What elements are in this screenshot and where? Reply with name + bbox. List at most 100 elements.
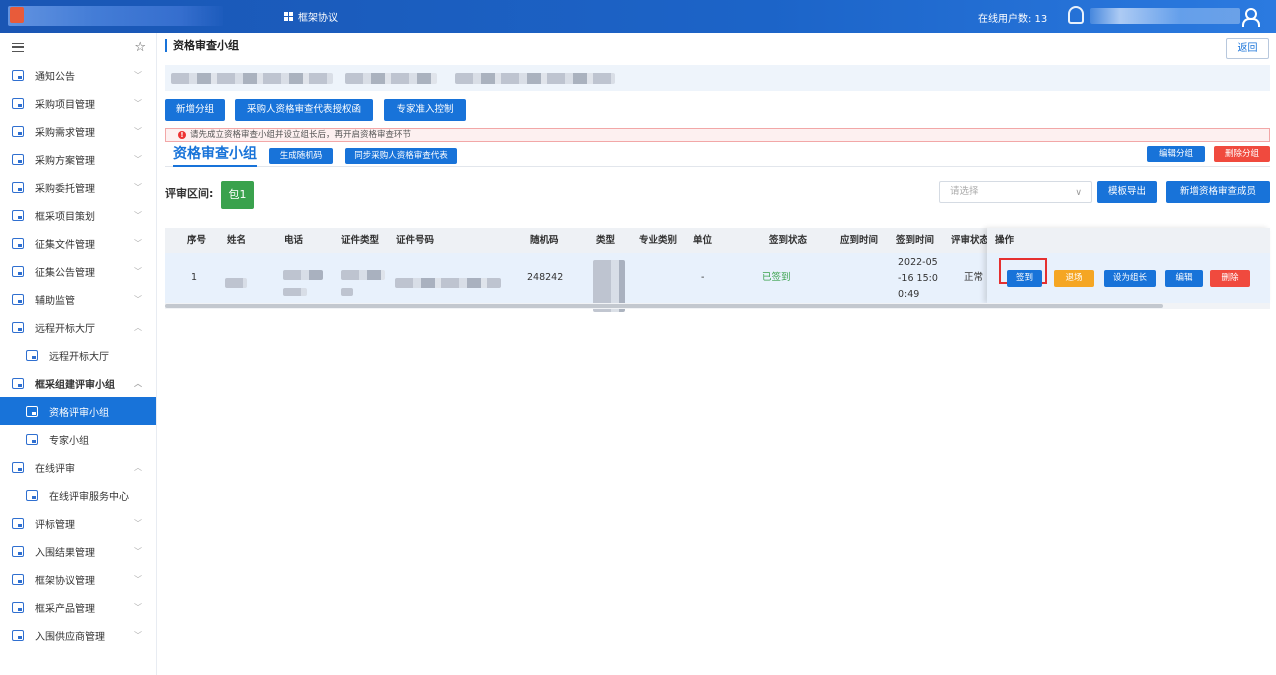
delete-group-button[interactable]: 删除分组 <box>1214 146 1270 162</box>
sidebar-item[interactable]: 入围供应商管理 ﹀ <box>0 621 156 649</box>
col-header: 序号 <box>187 235 207 246</box>
sidebar-item[interactable]: 框架协议管理 ﹀ <box>0 565 156 593</box>
sidebar-item[interactable]: 采购项目管理 ﹀ <box>0 89 156 117</box>
add-member-button[interactable]: 新增资格审查成员 <box>1166 181 1270 203</box>
edit-group-button[interactable]: 编辑分组 <box>1147 146 1205 162</box>
leave-button[interactable]: 退场 <box>1054 270 1094 287</box>
sidebar-subitem-active[interactable]: 资格评审小组 <box>0 397 156 425</box>
alert-text: 请先成立资格审查小组并设立组长后，再开启资格审查环节 <box>190 130 412 140</box>
delete-button[interactable]: 删除 <box>1210 270 1250 287</box>
group-icon <box>12 377 24 389</box>
sidebar-item[interactable]: 入围结果管理 ﹀ <box>0 537 156 565</box>
module-switcher[interactable]: 框架协议 <box>284 9 338 24</box>
sidebar-item-label: 采购委托管理 <box>35 183 95 195</box>
col-header: 姓名 <box>227 235 247 246</box>
folder-icon <box>12 97 24 109</box>
sidebar-subitem[interactable]: 在线评审服务中心 <box>0 481 156 509</box>
filter-select[interactable]: 请选择 ∨ <box>939 181 1092 203</box>
folder-icon <box>12 69 24 81</box>
cell-random-code: 248242 <box>527 272 564 283</box>
cell-phone-redacted <box>283 270 323 280</box>
col-header: 证件号码 <box>396 235 435 246</box>
sign-time-line: 2022-05 <box>898 257 938 268</box>
chevron-down-icon: ﹀ <box>134 631 142 640</box>
chevron-down-icon: ﹀ <box>134 575 142 584</box>
chevron-down-icon: ﹀ <box>134 71 142 80</box>
export-template-button[interactable]: 模板导出 <box>1097 181 1157 203</box>
chevron-down-icon: ∨ <box>1075 188 1082 198</box>
chevron-up-icon: ︿ <box>134 463 142 472</box>
project-info-strip <box>165 65 1270 91</box>
sidebar-item-label: 辅助监管 <box>35 295 75 307</box>
notification-bell-icon[interactable] <box>1068 6 1084 24</box>
sidebar-item[interactable]: 评标管理 ﹀ <box>0 509 156 537</box>
chevron-down-icon: ﹀ <box>134 519 142 528</box>
sidebar-menu: 通知公告 ﹀ 采购项目管理 ﹀ 采购需求管理 ﹀ 采购方案管理 ﹀ 采购委托管理 ﹀ 框采… <box>0 61 156 649</box>
horizontal-scrollbar[interactable] <box>165 303 1270 309</box>
edit-button[interactable]: 编辑 <box>1165 270 1203 287</box>
doc-icon <box>12 237 24 249</box>
sidebar-item[interactable]: 征集文件管理 ﹀ <box>0 229 156 257</box>
sidebar-item[interactable]: 辅助监管 ﹀ <box>0 285 156 313</box>
sidebar-subitem[interactable]: 远程开标大厅 <box>0 341 156 369</box>
select-placeholder: 请选择 <box>950 186 979 197</box>
pin-icon[interactable]: ☆ <box>134 40 146 55</box>
sidebar-item-label: 在线评审 <box>35 463 75 475</box>
authorization-letter-button[interactable]: 采购人资格审查代表授权函 <box>235 99 373 121</box>
top-bar: 框架协议 在线用户数: 13 <box>0 0 1276 33</box>
sidebar-item[interactable]: 框采组建评审小组 ︿ <box>0 369 156 397</box>
set-leader-button[interactable]: 设为组长 <box>1104 270 1156 287</box>
doc-icon <box>12 125 24 137</box>
main-content: 资格审查小组 返回 新增分组 采购人资格审查代表授权函 专家准入控制 ! 请先成… <box>157 33 1276 675</box>
doc-icon <box>12 517 24 529</box>
sidebar-item[interactable]: 在线评审 ︿ <box>0 453 156 481</box>
cell-idtype-redacted-2 <box>341 288 353 296</box>
monitor-icon <box>12 461 24 473</box>
cell-idtype-redacted <box>341 270 385 280</box>
menu-toggle-icon[interactable] <box>12 42 24 52</box>
warning-alert: ! 请先成立资格审查小组并设立组长后，再开启资格审查环节 <box>165 128 1270 142</box>
doc-icon <box>12 181 24 193</box>
scrollbar-thumb[interactable] <box>165 304 1163 308</box>
chevron-down-icon: ﹀ <box>134 127 142 136</box>
add-group-button[interactable]: 新增分组 <box>165 99 225 121</box>
group-icon <box>26 433 38 445</box>
monitor-icon <box>26 489 38 501</box>
tab-qualification-group[interactable]: 资格审查小组 <box>173 144 257 167</box>
page-title: 资格审查小组 <box>165 39 239 52</box>
sidebar-item-label: 远程开标大厅 <box>49 351 109 363</box>
sidebar-item-label: 远程开标大厅 <box>35 323 95 335</box>
actions-cell: 签到 退场 设为组长 编辑 删除 <box>987 253 1270 303</box>
sidebar-item[interactable]: 征集公告管理 ﹀ <box>0 257 156 285</box>
sign-time-line: -16 15:0 <box>898 273 938 284</box>
sidebar-item[interactable]: 采购委托管理 ﹀ <box>0 173 156 201</box>
app-logo <box>8 6 223 26</box>
sidebar-item-label: 评标管理 <box>35 519 75 531</box>
chevron-up-icon: ︿ <box>134 379 142 388</box>
sidebar-item[interactable]: 采购方案管理 ﹀ <box>0 145 156 173</box>
expert-access-button[interactable]: 专家准入控制 <box>384 99 466 121</box>
sidebar-item[interactable]: 远程开标大厅 ︿ <box>0 313 156 341</box>
sidebar-item[interactable]: 采购需求管理 ﹀ <box>0 117 156 145</box>
package-tag[interactable]: 包1 <box>221 181 254 209</box>
cell-unit: - <box>701 272 705 283</box>
sidebar-item-label: 征集公告管理 <box>35 267 95 279</box>
group-tabs: 资格审查小组 生成随机码 同步采购人资格审查代表 编辑分组 删除分组 <box>165 144 1270 167</box>
chevron-down-icon: ﹀ <box>134 239 142 248</box>
sidebar-subitem[interactable]: 专家小组 <box>0 425 156 453</box>
col-header: 证件类型 <box>341 235 380 246</box>
sign-in-button[interactable]: 签到 <box>1007 270 1042 287</box>
generate-code-button[interactable]: 生成随机码 <box>269 148 333 164</box>
sidebar-item[interactable]: 通知公告 ﹀ <box>0 61 156 89</box>
cell-index: 1 <box>191 272 198 283</box>
doc-icon <box>26 349 38 361</box>
sidebar-item[interactable]: 框采产品管理 ﹀ <box>0 593 156 621</box>
sync-representative-button[interactable]: 同步采购人资格审查代表 <box>345 148 457 164</box>
user-icon[interactable] <box>1242 6 1260 27</box>
sidebar-item-label: 采购需求管理 <box>35 127 95 139</box>
sidebar: ☆ 通知公告 ﹀ 采购项目管理 ﹀ 采购需求管理 ﹀ 采购方案管理 ﹀ 采购委托管理 ﹀ … <box>0 33 157 675</box>
project-org-redacted <box>455 73 615 84</box>
back-button[interactable]: 返回 <box>1226 38 1269 59</box>
chevron-down-icon: ﹀ <box>134 211 142 220</box>
sidebar-item[interactable]: 框采项目策划 ﹀ <box>0 201 156 229</box>
